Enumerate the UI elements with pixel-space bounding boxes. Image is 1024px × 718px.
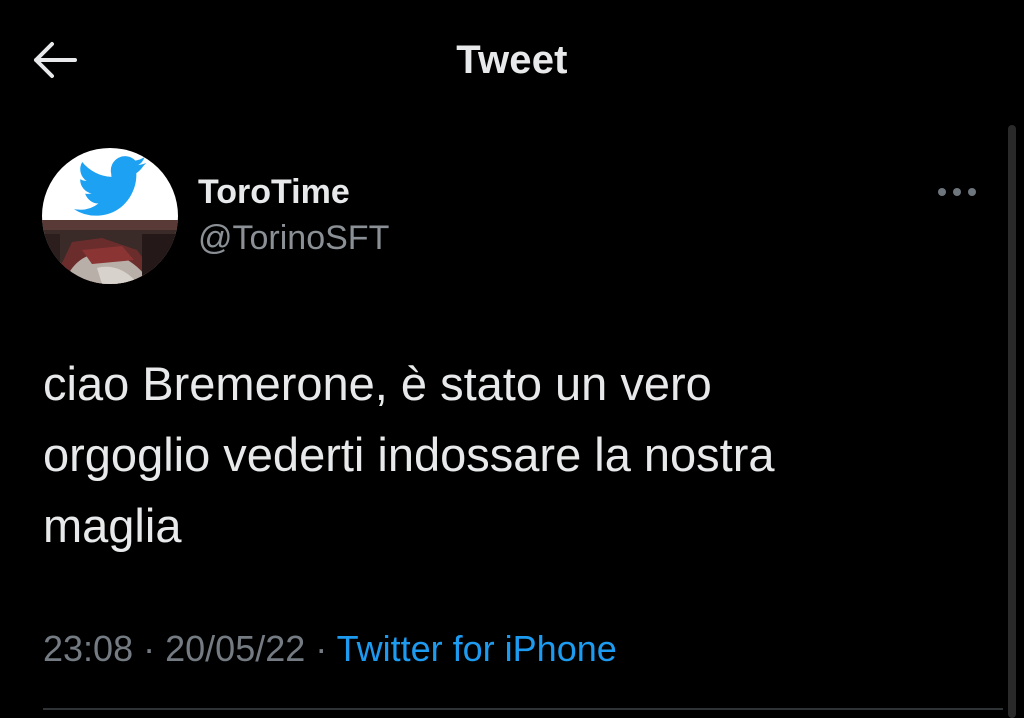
avatar-photo — [42, 220, 178, 284]
tweet-metadata: 23:08 · 20/05/22 · Twitter for iPhone — [43, 627, 617, 671]
more-horizontal-icon — [938, 188, 976, 196]
twitter-bird-icon — [73, 156, 147, 216]
separator: · — [143, 628, 156, 669]
tweet-source-link[interactable]: Twitter for iPhone — [337, 628, 617, 669]
user-handle[interactable]: @TorinoSFT — [198, 218, 389, 258]
tweet-author[interactable]: ToroTime @TorinoSFT — [198, 172, 389, 258]
tweet-text: ciao Bremerone, è stato un vero orgoglio… — [43, 357, 775, 552]
display-name[interactable]: ToroTime — [198, 172, 389, 212]
tweet-time: 23:08 — [43, 628, 134, 669]
tweet-date: 20/05/22 — [165, 628, 306, 669]
avatar[interactable] — [42, 148, 178, 284]
page-title: Tweet — [456, 38, 568, 82]
divider — [43, 708, 1003, 710]
top-bar: Tweet — [0, 0, 1024, 118]
scrollbar[interactable] — [1008, 125, 1016, 718]
more-options-button[interactable] — [935, 180, 979, 204]
separator: · — [315, 628, 328, 669]
